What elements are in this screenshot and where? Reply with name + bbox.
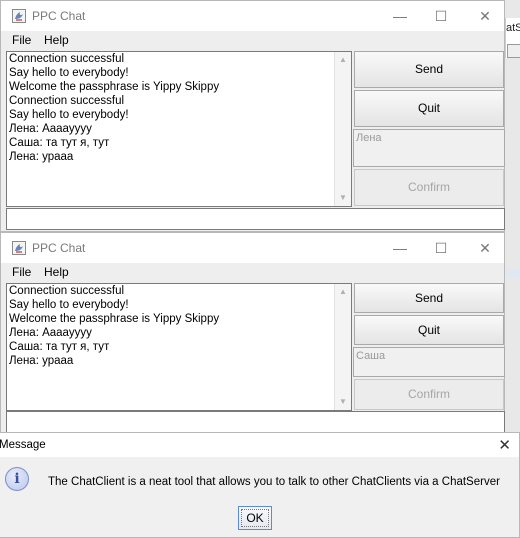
chat-window-2: PPC Chat — ☐ ✕ File Help Connection succ… — [0, 232, 505, 434]
confirm-button[interactable]: Confirm — [354, 379, 504, 410]
quit-button[interactable]: Quit — [354, 315, 504, 345]
background-partial-text: atSe — [506, 22, 520, 34]
chat-line: Лена: Aaaayyyy — [9, 123, 92, 135]
menu-bar: File Help — [1, 263, 504, 281]
close-button[interactable]: ✕ — [470, 237, 500, 259]
maximize-button[interactable]: ☐ — [426, 5, 456, 27]
name-field[interactable]: Лена — [353, 129, 505, 167]
dialog-title: Message — [0, 439, 46, 451]
chat-line: Лена: Aaaayyyy — [9, 327, 92, 339]
chat-line: Connection successful — [9, 285, 125, 297]
menu-help[interactable]: Help — [44, 33, 69, 47]
ok-button[interactable]: OK — [238, 506, 272, 530]
message-dialog: Message ✕ i The ChatClient is a neat too… — [0, 432, 520, 538]
dialog-title-bar[interactable]: Message ✕ — [0, 433, 519, 457]
vertical-scrollbar[interactable]: ▲ ▼ — [334, 52, 351, 206]
title-bar[interactable]: PPC Chat — ☐ ✕ — [1, 233, 504, 263]
chat-line: Саша: та тут я, тут — [9, 341, 110, 353]
vertical-scrollbar[interactable]: ▲ ▼ — [334, 284, 351, 410]
chat-line: Лена: ураaa — [9, 151, 74, 163]
chat-line: Лена: ураaa — [9, 355, 74, 367]
minimize-button[interactable]: — — [385, 5, 415, 27]
menu-help[interactable]: Help — [44, 265, 69, 279]
info-icon: i — [5, 467, 29, 491]
chat-line: Say hello to everybody! — [9, 67, 129, 79]
scroll-down-icon[interactable]: ▼ — [335, 394, 351, 410]
chat-line: Саша: та тут я, тут — [9, 137, 110, 149]
message-input[interactable] — [6, 411, 505, 433]
confirm-button[interactable]: Confirm — [354, 169, 504, 206]
scroll-up-icon[interactable]: ▲ — [335, 52, 351, 68]
minimize-button[interactable]: — — [385, 237, 415, 259]
chat-line: Connection successful — [9, 53, 125, 65]
close-button[interactable]: ✕ — [470, 5, 500, 27]
background-button — [507, 44, 520, 58]
message-input[interactable] — [6, 208, 505, 230]
chat-log[interactable]: Connection successful Say hello to every… — [6, 51, 352, 207]
chat-line: Say hello to everybody! — [9, 299, 129, 311]
window-title: PPC Chat — [32, 241, 86, 255]
scroll-up-icon[interactable]: ▲ — [335, 284, 351, 300]
name-field[interactable]: Саша — [353, 347, 505, 377]
quit-button[interactable]: Quit — [354, 90, 504, 127]
window-title: PPC Chat — [32, 9, 86, 23]
chat-line: Welcome the passphrase is Yippy Skippy — [9, 313, 220, 325]
title-bar[interactable]: PPC Chat — ☐ ✕ — [1, 1, 504, 31]
send-button[interactable]: Send — [354, 283, 504, 313]
dialog-message: The ChatClient is a neat tool that allow… — [48, 476, 500, 488]
chat-line: Welcome the passphrase is Yippy Skippy — [9, 81, 220, 93]
send-button[interactable]: Send — [354, 51, 504, 88]
scroll-down-icon[interactable]: ▼ — [335, 190, 351, 206]
chat-line: Connection successful — [9, 95, 125, 107]
chat-log[interactable]: Connection successful Say hello to every… — [6, 283, 352, 411]
menu-file[interactable]: File — [12, 33, 31, 47]
menu-bar: File Help — [1, 31, 504, 49]
menu-file[interactable]: File — [12, 265, 31, 279]
chat-window-1: PPC Chat — ☐ ✕ File Help Connection succ… — [0, 0, 505, 232]
maximize-button[interactable]: ☐ — [426, 237, 456, 259]
focus-ring — [241, 509, 269, 527]
chat-line: Say hello to everybody! — [9, 109, 129, 121]
close-icon[interactable]: ✕ — [498, 436, 511, 454]
java-app-icon — [12, 9, 26, 23]
java-app-icon — [12, 241, 26, 255]
background-selection — [505, 270, 520, 278]
